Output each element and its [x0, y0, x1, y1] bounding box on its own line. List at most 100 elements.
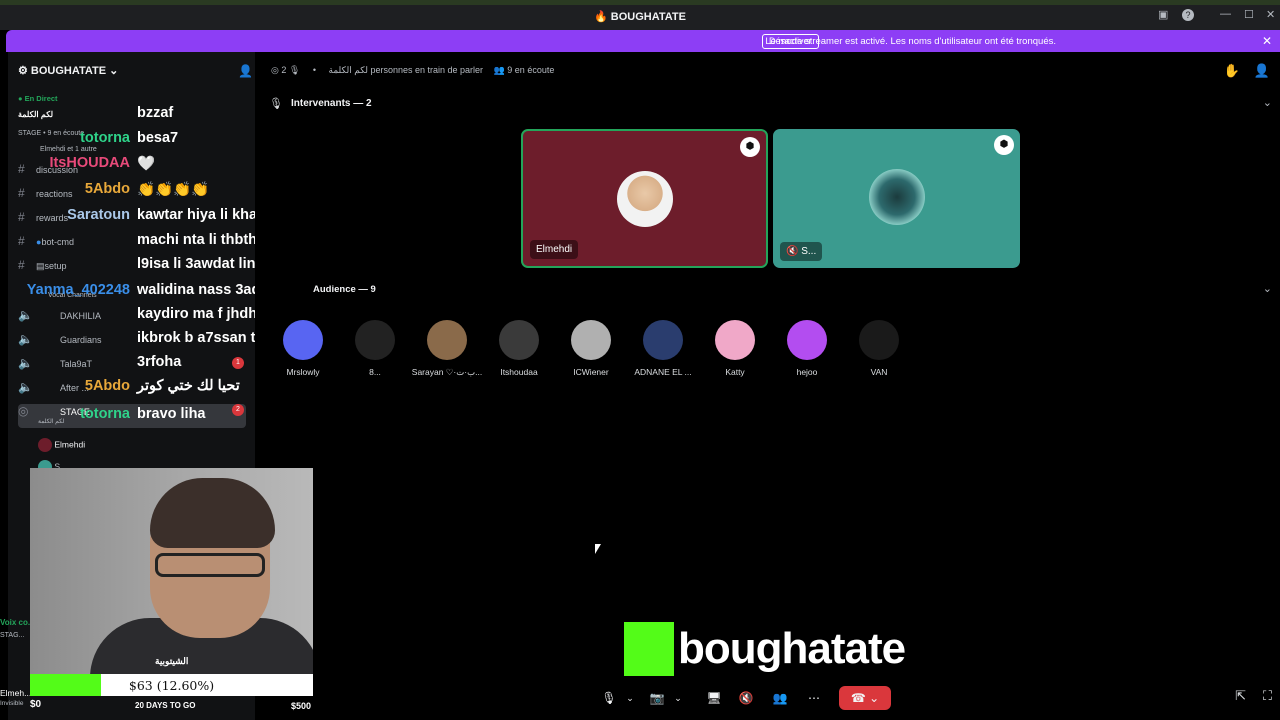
voice-label: Tala9aT [60, 359, 93, 369]
brand-text: boughatate [678, 624, 906, 673]
separator-dot: • [312, 65, 317, 75]
speaker-name-text: S... [801, 246, 817, 257]
requests-icon[interactable]: 👤 [1254, 63, 1270, 79]
mic-button[interactable]: 🎙 [601, 686, 617, 710]
more-options-button[interactable]: ⋯ [805, 686, 823, 710]
audience-member[interactable]: Katty [699, 320, 771, 377]
channel-bot-cmd[interactable]: # ●bot-cmd [18, 234, 74, 248]
camera-off-button[interactable]: 📷 [649, 686, 665, 710]
audience-name: ICWiener [573, 367, 609, 377]
popout-icon[interactable]: ⇱ [1235, 688, 1246, 704]
stage-event-people: Elmehdi et 1 autre [40, 146, 97, 153]
speaker-icon: 🔈 [18, 308, 33, 322]
audience-name: Mrslowly [286, 367, 320, 377]
leave-stage-button[interactable]: ☎ ⌄ [839, 686, 891, 710]
speaker-icon: 🔈 [18, 332, 33, 346]
voice-channel-guardians[interactable]: 🔈 Guardians [18, 332, 102, 346]
audience-header: Audience — 9 [313, 284, 376, 295]
audience-name: Sarayan ♡·ب·ت... [411, 367, 483, 377]
disable-streamer-mode-button[interactable]: Désactiver [762, 34, 819, 49]
audience-member[interactable]: VAN [843, 320, 915, 377]
fullscreen-icon[interactable]: ⛶ [1263, 688, 1272, 704]
speaker-tile[interactable]: ⬢ Elmehdi [521, 129, 768, 268]
stage-info-bar: ◎ لكم الكلمة • 🎙 2 personnes en train de… [271, 65, 554, 76]
goal-max: $500 [291, 701, 312, 711]
stage-event-title: لكم الكلمة [18, 110, 54, 119]
audience-member[interactable]: ICWiener [555, 320, 627, 377]
window-titlebar: 🔥 BOUGHATATE ▣ ? — ☐ ✕ [0, 0, 1280, 30]
server-name: BOUGHATATE [30, 65, 107, 77]
invite-button[interactable]: 👥 [771, 686, 789, 710]
unread-badge: 2 [232, 404, 244, 416]
avatar [499, 320, 539, 360]
mouse-cursor-icon [595, 544, 601, 554]
audience-name: ADNANE EL ... [634, 367, 692, 377]
audience-member[interactable]: 8... [339, 320, 411, 377]
chat-username: Yanma_402248 [26, 282, 130, 298]
avatar [643, 320, 683, 360]
avatar [859, 320, 899, 360]
avatar [355, 320, 395, 360]
muted-icon: 🔇 [786, 246, 802, 257]
speaker-tile[interactable]: ⬢ 🔇 S... [773, 129, 1020, 268]
screen-share-button[interactable]: 🖥 [705, 686, 723, 710]
server-header[interactable]: ⚙ BOUGHATATE ⌄ [18, 64, 118, 77]
voice-control-bar: 🎙 ⌄ 📷 ⌄ 🖥 🔇 👥 ⋯ ☎ ⌄ [593, 682, 893, 714]
mic-icon: 🎙 [288, 65, 301, 75]
chat-username: totorna [80, 406, 130, 422]
avatar [787, 320, 827, 360]
goal-days: 20 DAYS TO GO [135, 701, 196, 710]
audience-member[interactable]: ADNANE EL ... [627, 320, 699, 377]
audience-member[interactable]: Itshoudaa [483, 320, 555, 377]
chevron-down-icon[interactable]: ⌄ [623, 686, 637, 710]
maximize-button[interactable]: ☐ [1244, 8, 1254, 21]
audience-member[interactable]: hejoo [771, 320, 843, 377]
stage-user-name: Elmehdi [54, 439, 86, 450]
stage-main: ◎ لكم الكلمة • 🎙 2 personnes en train de… [255, 52, 1280, 720]
chevron-down-icon[interactable]: ⌄ [671, 686, 685, 710]
move-to-audience-button[interactable]: 🔇 [737, 686, 755, 710]
chat-text: besa7 [137, 130, 179, 146]
chevron-down-icon[interactable]: ⌄ [1263, 282, 1272, 295]
user-name[interactable]: Elmeh... [0, 688, 31, 698]
chat-text: 3rfoha [137, 354, 182, 370]
speaker-icon: 🔈 [18, 356, 33, 370]
hash-icon: # [18, 234, 25, 248]
fire-icon: 🔥 [594, 11, 611, 23]
moderator-icon: ⬢ [740, 137, 760, 157]
channel-label: bot-cmd [41, 237, 74, 247]
audience-member[interactable]: Sarayan ♡·ب·ت... [411, 320, 483, 378]
chat-username: Saratoun [67, 207, 130, 223]
chevron-down-icon: ⌄ [109, 65, 119, 77]
banner-close-icon[interactable]: ✕ [1262, 34, 1272, 48]
channel-setup[interactable]: # ▤setup [18, 258, 67, 272]
screen-share-icon[interactable]: ▣ [1158, 8, 1168, 21]
live-indicator: ● En Direct [18, 94, 58, 103]
audience-name: Itshoudaa [500, 367, 538, 377]
stage-user[interactable]: Elmehdi [38, 438, 85, 452]
chat-username: 5Abdo [84, 181, 130, 197]
kick-logo-icon [624, 622, 674, 676]
top-edge [0, 0, 1280, 5]
moderator-icon: ⬢ [994, 135, 1014, 155]
mic-icon: 🎙 [269, 98, 283, 110]
audience-name: hejoo [796, 367, 818, 377]
window-title-text: BOUGHATATE [610, 11, 686, 23]
voice-channel-dakhilia[interactable]: 🔈 DAKHILIA [18, 308, 101, 322]
help-icon[interactable]: ? [1182, 9, 1194, 21]
chevron-down-icon[interactable]: ⌄ [1263, 96, 1272, 109]
webcam-feed [30, 468, 313, 674]
avatar [715, 320, 755, 360]
raise-hand-icon[interactable]: ✋ [1224, 63, 1240, 79]
goal-label: الشيتوبية [155, 656, 189, 666]
server-icon: ⚙ [18, 65, 31, 77]
voice-channel-tala9at[interactable]: 🔈 Tala9aT [18, 356, 92, 370]
invite-icon[interactable]: 👤 [238, 64, 253, 78]
avatar [283, 320, 323, 360]
minimize-button[interactable]: — [1220, 8, 1231, 20]
channel-label: setup [44, 261, 67, 271]
audience-member[interactable]: Mrslowly [267, 320, 339, 377]
live-text: En Direct [24, 94, 58, 103]
donation-goal-bar: $63 (12.60%) [30, 674, 313, 696]
close-window-button[interactable]: ✕ [1266, 8, 1275, 21]
